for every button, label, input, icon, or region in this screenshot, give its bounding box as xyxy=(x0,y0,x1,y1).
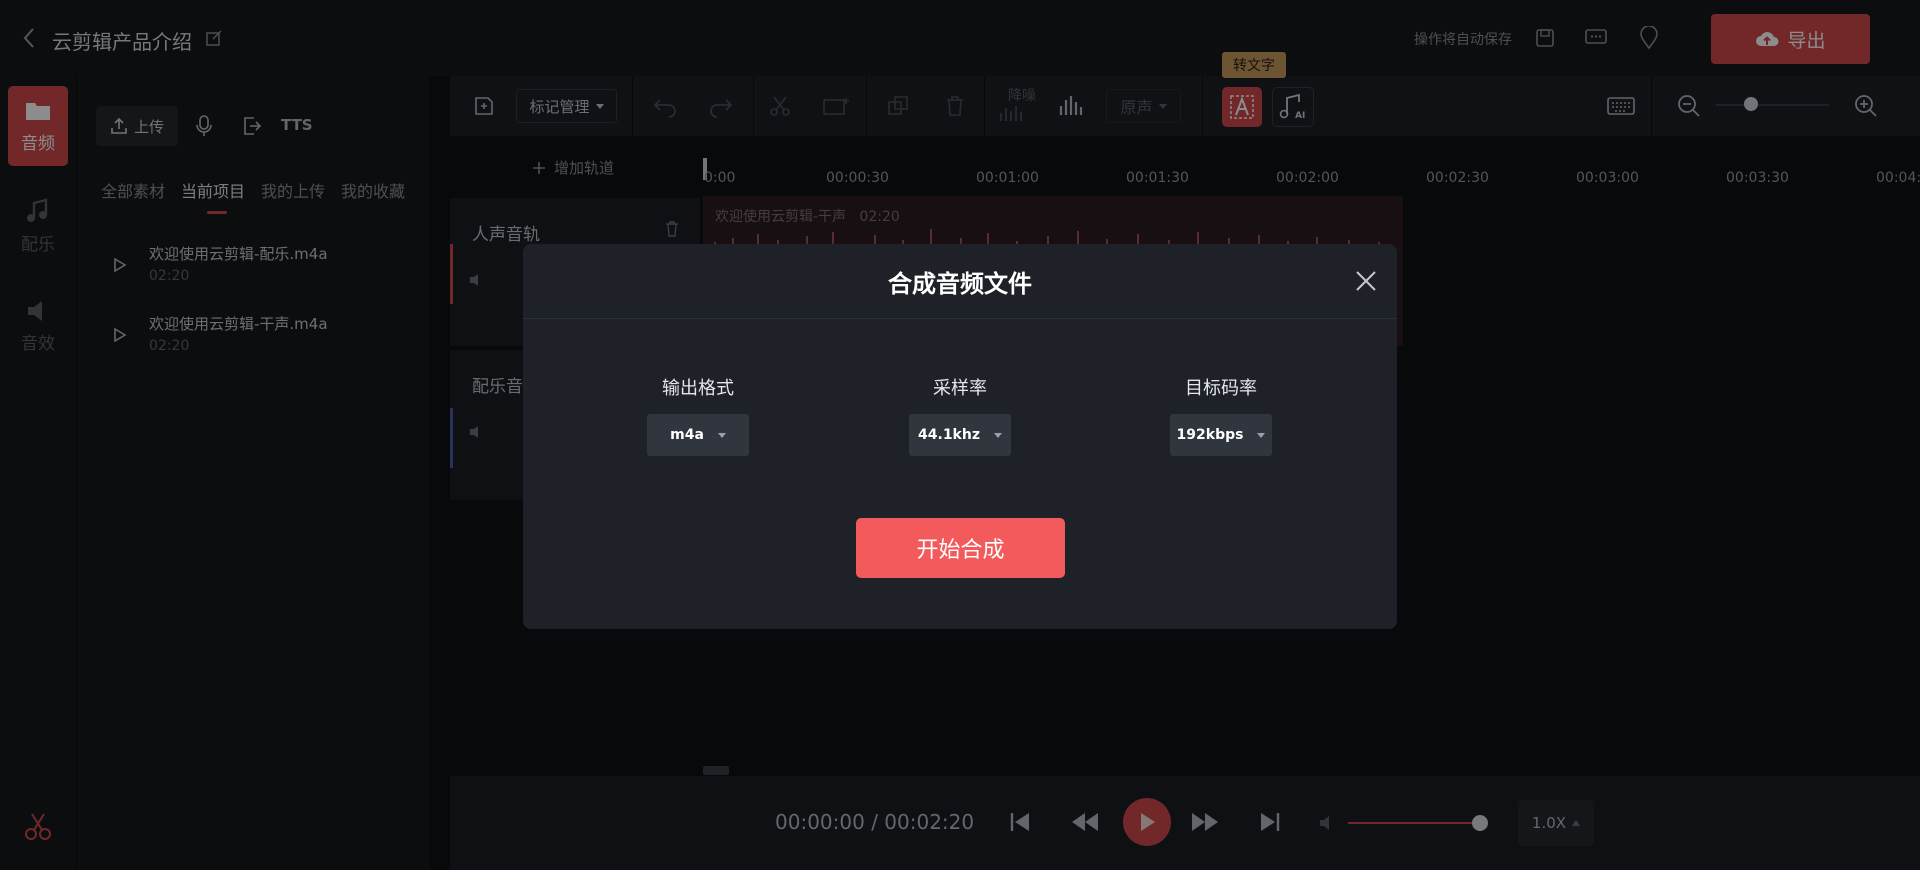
target-bitrate-select[interactable]: 192kbps xyxy=(1170,414,1272,456)
select-value: 192kbps xyxy=(1176,427,1244,443)
compose-audio-dialog: 合成音频文件 输出格式 m4a 采样率 44.1khz 目标码率 192kbps… xyxy=(523,244,1397,629)
field-label: 目标码率 xyxy=(1185,378,1257,399)
chevron-down-icon xyxy=(717,432,726,438)
field-label: 采样率 xyxy=(933,378,987,399)
sample-rate-select[interactable]: 44.1khz xyxy=(909,414,1011,456)
output-format-select[interactable]: m4a xyxy=(647,414,749,456)
field-label: 输出格式 xyxy=(662,378,734,399)
chevron-down-icon xyxy=(1257,432,1266,438)
chevron-down-icon xyxy=(993,432,1002,438)
divider xyxy=(523,318,1397,319)
select-value: m4a xyxy=(670,427,704,443)
sample-rate-field: 采样率 44.1khz xyxy=(890,374,1030,456)
select-value: 44.1khz xyxy=(918,427,980,443)
dialog-title: 合成音频文件 xyxy=(888,270,1032,298)
close-icon[interactable] xyxy=(1353,268,1379,294)
output-format-field: 输出格式 m4a xyxy=(628,374,768,456)
start-compose-button[interactable]: 开始合成 xyxy=(856,518,1065,578)
target-bitrate-field: 目标码率 192kbps xyxy=(1151,374,1291,456)
